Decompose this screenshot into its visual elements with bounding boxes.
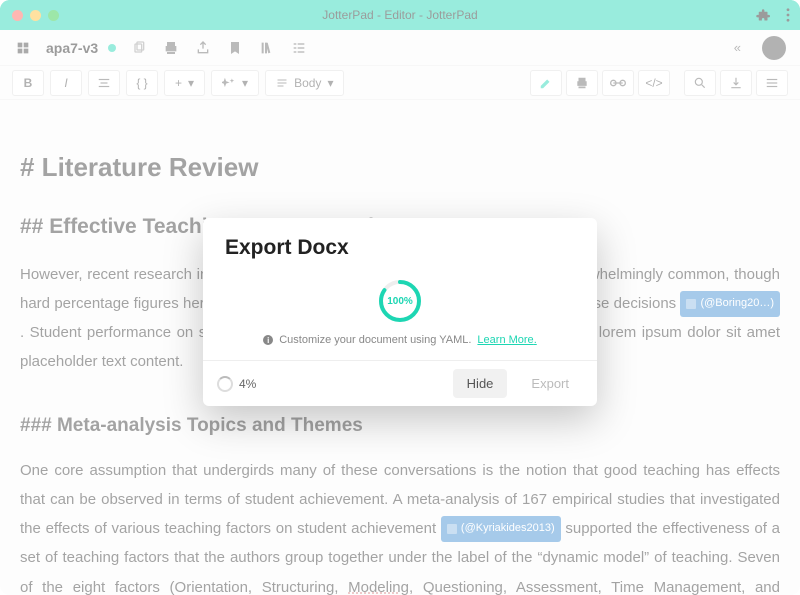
info-icon: i [263, 335, 273, 345]
export-dialog: Export Docx 100% i Customize your docume… [203, 218, 597, 406]
modal-overlay: Export Docx 100% i Customize your docume… [0, 0, 800, 595]
secondary-progress: 4% [217, 376, 256, 392]
app-window: JotterPad - Editor - JotterPad apa7-v3 [0, 0, 800, 595]
export-button[interactable]: Export [517, 369, 583, 398]
hide-button[interactable]: Hide [453, 369, 508, 398]
spinner-icon [217, 376, 233, 392]
upload-percent: 4% [239, 377, 256, 391]
dialog-info: i Customize your document using YAML. Le… [225, 334, 575, 346]
progress-percent: 100% [377, 278, 423, 324]
learn-more-link[interactable]: Learn More. [477, 334, 536, 346]
dialog-title: Export Docx [225, 236, 575, 260]
progress-ring: 100% [377, 278, 423, 324]
